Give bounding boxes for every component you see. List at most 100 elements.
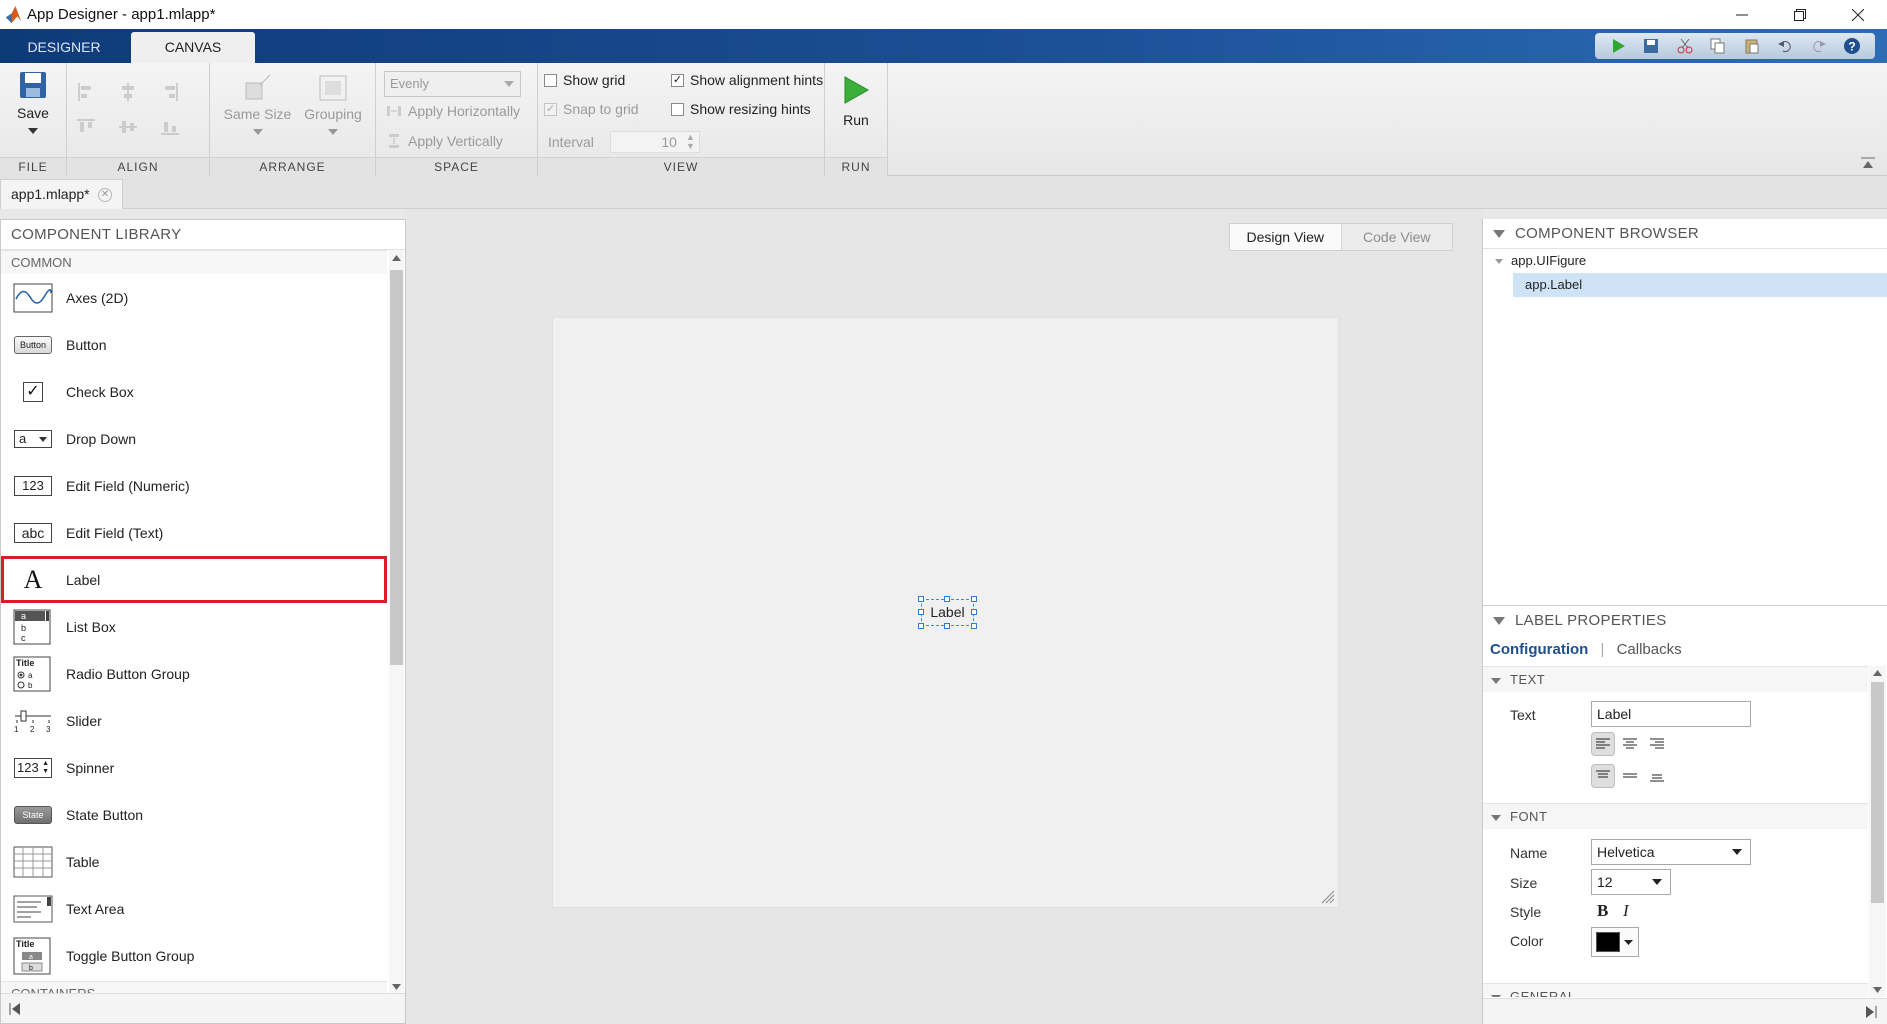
scroll-up-icon[interactable]: [392, 255, 401, 261]
component-table[interactable]: Table: [1, 838, 387, 885]
collapse-right-icon[interactable]: [1865, 1006, 1877, 1018]
resize-handle[interactable]: [918, 596, 924, 602]
collapse-left-icon[interactable]: [9, 1003, 21, 1015]
label-properties-header[interactable]: LABEL PROPERTIES: [1483, 606, 1887, 636]
quick-cut-button[interactable]: [1675, 36, 1695, 56]
quick-help-button[interactable]: ?: [1842, 36, 1862, 56]
scroll-up-icon[interactable]: [1873, 670, 1882, 676]
run-label: Run: [831, 112, 881, 128]
run-button[interactable]: Run: [831, 75, 881, 128]
quick-save-button[interactable]: [1641, 36, 1661, 56]
component-axes[interactable]: Axes (2D): [1, 274, 387, 321]
show-resizing-hints-checkbox[interactable]: Show resizing hints: [671, 101, 811, 117]
component-button[interactable]: Button Button: [1, 321, 387, 368]
resize-handle[interactable]: [971, 609, 977, 615]
design-view-button[interactable]: Design View: [1230, 224, 1342, 250]
document-tab[interactable]: app1.mlapp* ✕: [0, 179, 123, 209]
component-dropdown[interactable]: a Drop Down: [1, 415, 387, 462]
component-edit-numeric[interactable]: 123 Edit Field (Numeric): [1, 462, 387, 509]
halign-right-button[interactable]: [1645, 732, 1669, 756]
show-alignment-hints-checkbox[interactable]: ✓ Show alignment hints: [671, 72, 823, 88]
align-left-icon[interactable]: [77, 83, 95, 101]
collapse-ribbon-icon[interactable]: [1861, 157, 1875, 169]
italic-toggle[interactable]: I: [1623, 901, 1629, 921]
scroll-down-icon[interactable]: [1873, 987, 1882, 993]
component-state-button[interactable]: State State Button: [1, 791, 387, 838]
align-right-icon[interactable]: [161, 83, 179, 101]
scroll-down-icon[interactable]: [392, 984, 401, 990]
close-button[interactable]: [1829, 0, 1887, 29]
resize-handle[interactable]: [971, 596, 977, 602]
same-size-button[interactable]: Same Size: [220, 73, 295, 138]
snap-to-grid-check[interactable]: ✓: [544, 103, 557, 116]
spacing-dropdown[interactable]: Evenly: [384, 71, 521, 97]
halign-center-button[interactable]: [1618, 732, 1642, 756]
quick-paste-button[interactable]: [1742, 36, 1762, 56]
quick-undo-button[interactable]: [1775, 36, 1795, 56]
placed-label-component[interactable]: Label: [921, 599, 974, 626]
component-list-scrollbar[interactable]: [389, 250, 404, 995]
close-tab-icon[interactable]: ✕: [98, 188, 112, 202]
show-grid-checkbox[interactable]: Show grid: [544, 72, 625, 88]
align-center-icon[interactable]: [119, 83, 137, 101]
resize-handle[interactable]: [918, 623, 924, 629]
tab-canvas[interactable]: CANVAS: [131, 32, 255, 63]
align-bottom-icon[interactable]: [161, 118, 179, 136]
grouping-button[interactable]: Grouping: [298, 73, 368, 138]
component-slider[interactable]: 123 Slider: [1, 697, 387, 744]
align-middle-icon[interactable]: [119, 118, 137, 136]
restore-button[interactable]: [1771, 0, 1829, 29]
font-name-dropdown[interactable]: Helvetica: [1591, 839, 1751, 865]
quick-redo-button[interactable]: [1809, 36, 1829, 56]
halign-left-button[interactable]: [1591, 732, 1615, 756]
component-edit-text[interactable]: abc Edit Field (Text): [1, 509, 387, 556]
font-size-dropdown[interactable]: 12: [1591, 869, 1671, 895]
scrollbar-thumb[interactable]: [390, 270, 403, 665]
tab-configuration[interactable]: Configuration: [1490, 641, 1588, 658]
show-alignment-hints-check[interactable]: ✓: [671, 74, 684, 87]
figure-resize-grip-icon[interactable]: [1319, 888, 1335, 904]
properties-scrollbar[interactable]: [1869, 666, 1886, 997]
resize-handle[interactable]: [944, 596, 950, 602]
tree-node-uifigure[interactable]: app.UIFigure: [1483, 249, 1887, 273]
component-checkbox[interactable]: ✓ Check Box: [1, 368, 387, 415]
resize-handle[interactable]: [944, 623, 950, 629]
resize-handle[interactable]: [918, 609, 924, 615]
save-button[interactable]: Save: [6, 70, 60, 137]
text-section-header[interactable]: TEXT: [1483, 666, 1868, 692]
general-section-header[interactable]: GENERAL: [1483, 983, 1868, 997]
tab-callbacks[interactable]: Callbacks: [1617, 641, 1682, 658]
component-radio-group[interactable]: Titleab Radio Button Group: [1, 650, 387, 697]
tab-designer[interactable]: DESIGNER: [4, 32, 124, 63]
snap-to-grid-checkbox[interactable]: ✓ Snap to grid: [544, 101, 639, 117]
space-horizontal-icon: [386, 103, 402, 119]
quick-run-button[interactable]: [1608, 36, 1628, 56]
spinner-arrows-icon[interactable]: ▲▼: [686, 133, 695, 151]
component-listbox[interactable]: abc List Box: [1, 603, 387, 650]
ui-figure-canvas[interactable]: Label: [552, 317, 1339, 908]
component-browser-header[interactable]: COMPONENT BROWSER: [1483, 219, 1887, 249]
interval-spinner[interactable]: 10 ▲▼: [610, 131, 700, 153]
scrollbar-thumb[interactable]: [1871, 682, 1884, 903]
code-view-button[interactable]: Code View: [1342, 224, 1453, 250]
apply-vertically-button[interactable]: Apply Vertically: [386, 133, 503, 149]
component-toggle-group[interactable]: Titleab Toggle Button Group: [1, 932, 387, 979]
font-color-picker[interactable]: [1591, 927, 1639, 957]
bold-toggle[interactable]: B: [1597, 901, 1608, 921]
show-resizing-hints-check[interactable]: [671, 103, 684, 116]
valign-bottom-button[interactable]: [1645, 764, 1669, 788]
font-section-header[interactable]: FONT: [1483, 803, 1868, 829]
valign-top-button[interactable]: [1591, 764, 1615, 788]
valign-middle-button[interactable]: [1618, 764, 1642, 788]
tree-node-label-selected[interactable]: app.Label: [1513, 273, 1887, 297]
resize-handle[interactable]: [971, 623, 977, 629]
show-grid-check[interactable]: [544, 74, 557, 87]
apply-horizontally-button[interactable]: Apply Horizontally: [386, 103, 520, 119]
component-text-area[interactable]: Text Area: [1, 885, 387, 932]
align-top-icon[interactable]: [77, 118, 95, 136]
minimize-button[interactable]: [1713, 0, 1771, 29]
quick-copy-button[interactable]: [1708, 36, 1728, 56]
text-prop-input[interactable]: Label: [1591, 701, 1751, 727]
component-spinner[interactable]: 123 ▲▼ Spinner: [1, 744, 387, 791]
component-label-item[interactable]: A Label: [1, 556, 387, 603]
